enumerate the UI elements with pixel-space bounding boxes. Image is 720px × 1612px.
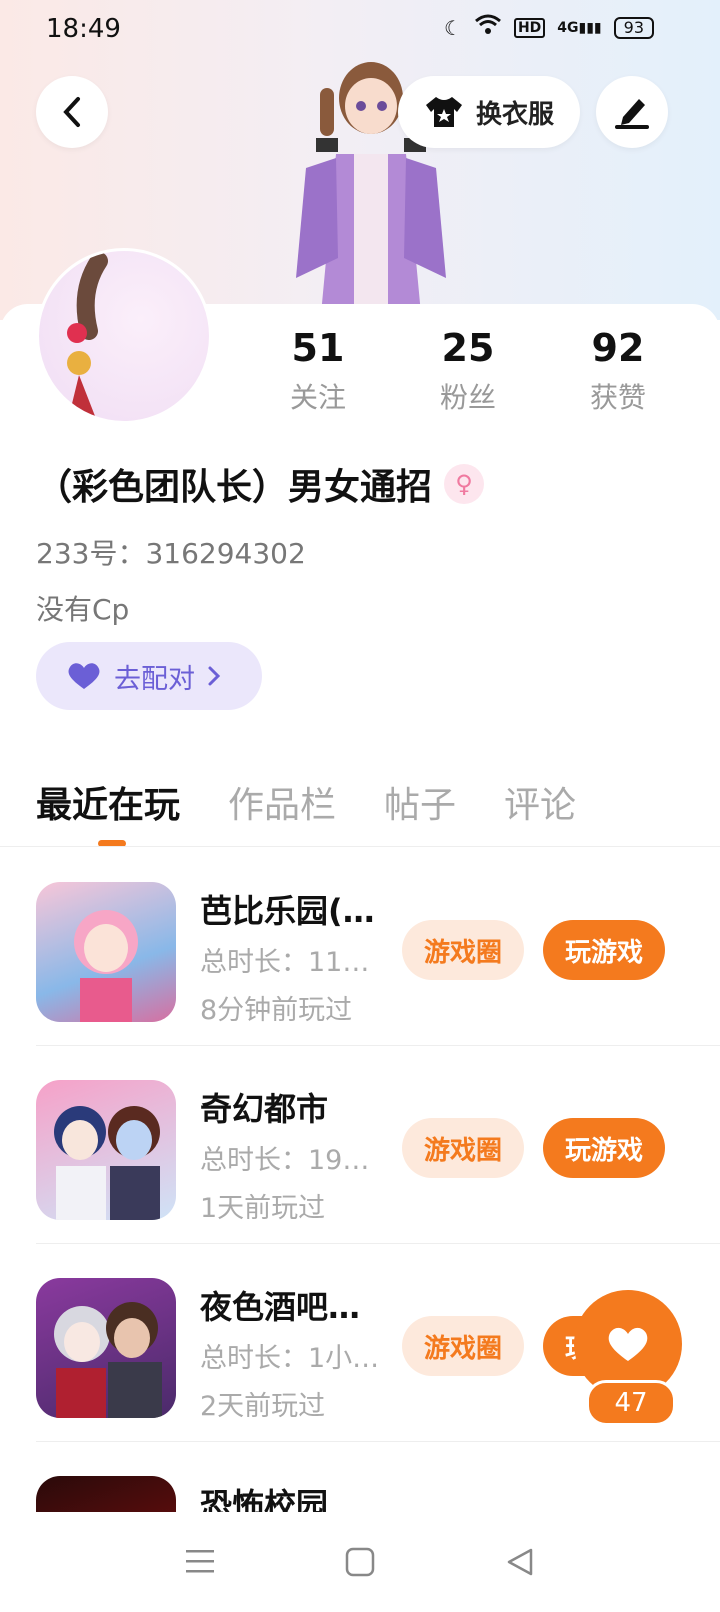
- game-title: 芭比乐园(…: [200, 892, 375, 930]
- stat-fans-value: 25: [441, 326, 495, 370]
- game-circle-button[interactable]: 游戏圈: [402, 920, 524, 980]
- status-icons: ☾ HD 4G▮▮▮ 93: [444, 14, 654, 41]
- stat-likes-value: 92: [591, 326, 645, 370]
- profile-tabs: 最近在玩 作品栏 帖子 评论: [36, 776, 576, 847]
- stat-likes-label: 获赞: [589, 381, 646, 414]
- game-thumbnail: [36, 1278, 176, 1418]
- tshirt-icon: [426, 97, 462, 127]
- stat-fans[interactable]: 25 粉丝: [408, 326, 528, 416]
- tab-works[interactable]: 作品栏: [228, 776, 336, 828]
- stat-following[interactable]: 51 关注: [258, 326, 378, 416]
- chevron-left-icon: [63, 97, 80, 127]
- battery-icon: 93: [613, 16, 654, 39]
- game-thumbnail: [36, 882, 176, 1022]
- avatar[interactable]: [36, 248, 212, 424]
- list-item[interactable]: 芭比乐园(… 总时长：11… 8分钟前玩过 游戏圈 玩游戏: [36, 848, 720, 1046]
- signal-icon: 4G▮▮▮: [557, 19, 602, 36]
- tab-comments[interactable]: 评论: [504, 776, 576, 828]
- status-time: 18:49: [46, 14, 121, 44]
- profile-name: （彩色团队长）男女通招: [36, 467, 433, 508]
- profile-id: 233号：316294302: [36, 537, 306, 570]
- game-last-played: 1天前玩过: [200, 1193, 326, 1224]
- game-duration: 总时长：11…: [200, 947, 370, 978]
- play-game-button[interactable]: 玩游戏: [543, 920, 665, 980]
- pencil-icon: [615, 99, 649, 129]
- play-game-button[interactable]: 玩游戏: [543, 1118, 665, 1178]
- game-title: 夜色酒吧…: [200, 1288, 361, 1326]
- menu-icon[interactable]: [185, 1548, 215, 1576]
- game-thumbnail: [36, 1080, 176, 1220]
- hd-icon: HD: [513, 17, 546, 38]
- list-item[interactable]: 恐怖校园: [36, 1442, 720, 1512]
- game-last-played: 2天前玩过: [200, 1391, 326, 1422]
- home-icon[interactable]: [345, 1547, 375, 1577]
- stat-following-label: 关注: [289, 381, 346, 414]
- back-triangle-icon[interactable]: [505, 1547, 535, 1577]
- profile-cp-status: 没有Cp: [36, 593, 130, 626]
- go-match-label: 去配对: [114, 663, 195, 695]
- game-circle-button[interactable]: 游戏圈: [402, 1118, 524, 1178]
- dress-up-button[interactable]: 换衣服: [398, 76, 581, 148]
- edit-profile-button[interactable]: [596, 76, 668, 148]
- stat-likes[interactable]: 92 获赞: [558, 326, 678, 416]
- heart-icon: [608, 1327, 648, 1361]
- profile-name-row: （彩色团队长）男女通招 ♀: [36, 458, 485, 510]
- heart-icon: [68, 663, 100, 689]
- stat-fans-label: 粉丝: [439, 381, 496, 414]
- tabs-divider: [0, 846, 720, 847]
- stat-following-value: 51: [291, 326, 345, 370]
- go-match-button[interactable]: 去配对: [36, 642, 262, 710]
- wifi-icon: [474, 14, 502, 41]
- game-circle-button[interactable]: 游戏圈: [402, 1316, 524, 1376]
- tab-posts[interactable]: 帖子: [384, 776, 456, 828]
- system-navigation-bar: [0, 1512, 720, 1612]
- like-count: 47: [586, 1380, 676, 1426]
- back-button[interactable]: [36, 76, 108, 148]
- game-title: 奇幻都市: [200, 1090, 329, 1128]
- moon-icon: ☾: [444, 15, 462, 40]
- dress-up-label: 换衣服: [476, 99, 555, 130]
- female-icon: ♀: [444, 464, 485, 504]
- game-last-played: 8分钟前玩过: [200, 995, 353, 1026]
- game-thumbnail: [36, 1476, 176, 1512]
- tab-recently-played[interactable]: 最近在玩: [36, 776, 180, 847]
- game-duration: 总时长：1小…: [200, 1343, 380, 1374]
- game-title: 恐怖校园: [200, 1486, 329, 1512]
- chevron-right-icon: [208, 666, 221, 686]
- game-duration: 总时长：19…: [200, 1145, 370, 1176]
- avatar-hair-ornament-icon: [67, 252, 108, 416]
- list-item[interactable]: 奇幻都市 总时长：19… 1天前玩过 游戏圈 玩游戏: [36, 1046, 720, 1244]
